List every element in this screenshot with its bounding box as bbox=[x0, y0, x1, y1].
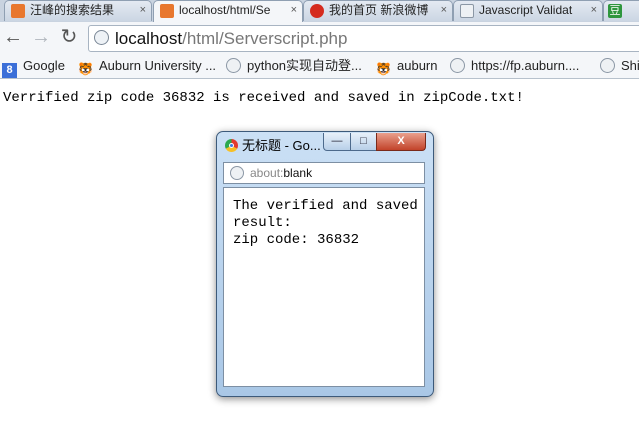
tab-localhost[interactable]: localhost/html/Se × bbox=[153, 0, 303, 22]
globe-favicon-icon bbox=[460, 4, 474, 18]
result-line: result: bbox=[233, 215, 292, 231]
forward-button[interactable]: → bbox=[30, 26, 52, 48]
tab-javascript-validation[interactable]: Javascript Validat × bbox=[453, 0, 603, 21]
douban-favicon-icon: 豆 bbox=[608, 4, 622, 18]
auburn-tiger-icon: 🐯 bbox=[376, 62, 391, 76]
minimize-button[interactable]: — bbox=[323, 133, 351, 151]
popup-address-bar[interactable]: about:blank bbox=[223, 162, 425, 184]
bookmark-label: Shi bbox=[621, 58, 639, 73]
popup-window[interactable]: 无标题 - Go... — □ X about:blank The verifi… bbox=[216, 131, 434, 397]
close-button[interactable]: X bbox=[376, 133, 426, 151]
bookmarks-bar: 8 Google 🐯 Auburn University ... python实现自… bbox=[0, 53, 639, 79]
url-path: /html/Serverscript.php bbox=[182, 29, 348, 48]
bookmark-label: Auburn University ... bbox=[99, 58, 217, 73]
tab-label: 我的首页 新浪微博 bbox=[329, 3, 429, 17]
popup-title-bar[interactable]: 无标题 - Go... bbox=[225, 136, 335, 156]
bookmark-fp-auburn[interactable]: https://fp.auburn.... bbox=[450, 57, 579, 75]
auburn-tiger-icon: 🐯 bbox=[78, 62, 93, 76]
tab-weibo[interactable]: 我的首页 新浪微博 × bbox=[303, 0, 453, 21]
tab-search-results[interactable]: 汪峰的搜索结果 × bbox=[4, 0, 152, 21]
globe-icon bbox=[226, 58, 241, 73]
weibo-favicon-icon bbox=[310, 4, 324, 18]
address-text[interactable]: localhost/html/Serverscript.php bbox=[115, 29, 347, 49]
result-line: zip code: 36832 bbox=[233, 232, 360, 248]
url-host: localhost bbox=[115, 29, 183, 48]
bookmark-auburn[interactable]: 🐯 auburn bbox=[376, 57, 438, 76]
tab-label: 汪峰的搜索结果 bbox=[30, 3, 115, 17]
bookmark-label: auburn bbox=[397, 58, 438, 73]
xampp-favicon-icon bbox=[160, 4, 174, 18]
page-message: Verrified zip code 36832 is received and… bbox=[3, 90, 524, 106]
bookmark-auburn-university[interactable]: 🐯 Auburn University ... bbox=[78, 57, 217, 76]
url-scheme: about: bbox=[250, 166, 284, 180]
close-tab-icon[interactable]: × bbox=[140, 1, 146, 20]
reload-button[interactable]: ↻ bbox=[58, 26, 80, 48]
popup-result-text: The verified and saved result: zip code: 3… bbox=[233, 198, 418, 249]
bookmark-google[interactable]: 8 Google bbox=[2, 57, 65, 78]
globe-icon bbox=[450, 58, 465, 73]
popup-content-area: The verified and saved result: zip code: 3… bbox=[223, 187, 425, 387]
address-bar[interactable]: localhost/html/Serverscript.php bbox=[88, 25, 639, 52]
google-icon: 8 bbox=[2, 63, 17, 78]
bookmark-label: Google bbox=[23, 58, 65, 73]
bookmark-shi[interactable]: Shi bbox=[600, 57, 639, 75]
close-tab-icon[interactable]: × bbox=[591, 1, 597, 20]
close-tab-icon[interactable]: × bbox=[441, 1, 447, 20]
result-line: The verified and saved bbox=[233, 198, 418, 214]
maximize-button[interactable]: □ bbox=[350, 133, 377, 151]
globe-icon bbox=[600, 58, 615, 73]
bookmark-python[interactable]: python实现自动登... bbox=[226, 57, 362, 75]
back-button[interactable]: ← bbox=[2, 26, 24, 48]
bookmark-label: https://fp.auburn.... bbox=[471, 58, 580, 73]
chrome-icon bbox=[225, 139, 238, 152]
search-favicon-icon bbox=[11, 4, 25, 18]
close-tab-icon[interactable]: × bbox=[291, 1, 297, 20]
tab-label: localhost/html/Se bbox=[179, 3, 271, 17]
tab-douban[interactable]: 豆 bbox=[603, 0, 639, 21]
popup-url: about:blank bbox=[250, 166, 312, 180]
tab-strip: 汪峰的搜索结果 × localhost/html/Se × 我的首页 新浪微博 … bbox=[0, 0, 639, 22]
bookmark-label: python实现自动登... bbox=[247, 58, 362, 73]
url-path: blank bbox=[283, 166, 313, 180]
tab-label: Javascript Validat bbox=[479, 3, 573, 17]
globe-icon bbox=[94, 30, 109, 45]
globe-icon bbox=[230, 166, 244, 180]
popup-title: 无标题 - Go... bbox=[242, 138, 321, 153]
